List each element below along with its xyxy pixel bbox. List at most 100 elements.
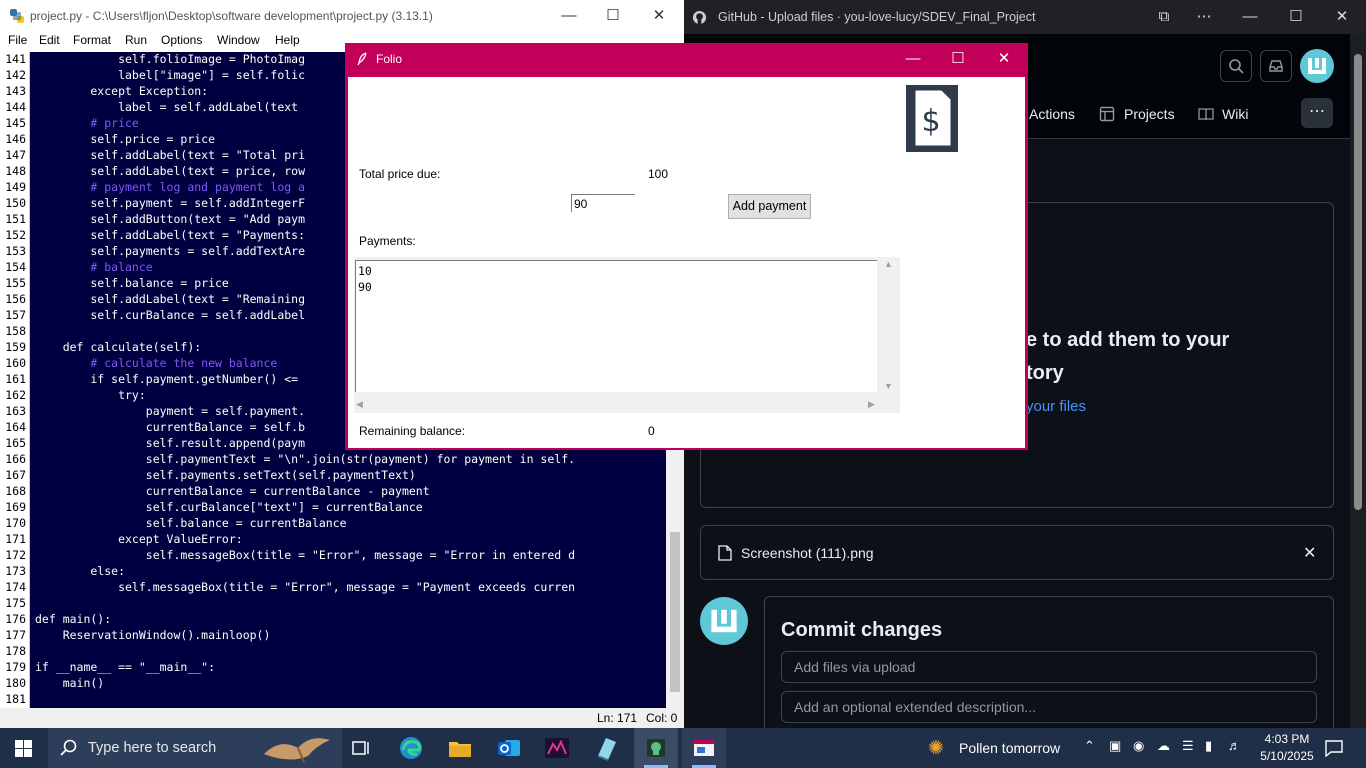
code-line[interactable]: payment = self.payment. [35,403,305,419]
minimize-button[interactable]: — [890,47,936,71]
edge-browser-icon[interactable] [397,734,425,762]
remove-file-icon[interactable]: ✕ [1303,543,1316,563]
code-line[interactable]: self.payments = self.addTextAre [35,243,305,259]
scroll-left-icon[interactable]: ◀ [356,399,363,410]
add-payment-button[interactable]: Add payment [728,194,811,219]
notification-icon[interactable] [1325,739,1343,757]
scrollbar-thumb[interactable] [670,532,680,692]
code-line[interactable]: if self.payment.getNumber() <= [35,371,298,387]
scroll-down-icon[interactable]: ▼ [884,381,893,391]
maximize-button[interactable]: ☐ [935,47,981,71]
folio-titlebar[interactable]: Folio — ☐ ✕ [346,44,1027,74]
maximize-button[interactable]: ☐ [590,4,636,28]
taskbar-search[interactable]: Type here to search [48,728,342,768]
windows-start-icon[interactable] [15,740,32,757]
code-line[interactable]: self.addLabel(text = price, row [35,163,305,179]
nav-projects[interactable]: Projects [1124,106,1175,122]
code-line[interactable]: self.paymentText = "\n".join(str(payment… [35,451,575,467]
folio-taskbar-button[interactable] [682,728,726,768]
menu-edit[interactable]: Edit [39,33,60,47]
clock-time[interactable]: 4:03 PM [1257,732,1317,746]
code-line[interactable]: # payment log and payment log a [35,179,305,195]
page-scrollbar[interactable] [1350,34,1366,728]
app-icon-dark[interactable] [543,734,571,762]
code-line[interactable]: self.balance = currentBalance [35,515,347,531]
show-hidden-icons-icon[interactable]: ⌃ [1084,738,1095,754]
nav-wiki[interactable]: Wiki [1222,106,1248,122]
battery-icon[interactable]: ▮ [1205,738,1212,754]
code-line[interactable]: # calculate the new balance [35,355,277,371]
meet-icon[interactable]: ▣ [1109,738,1121,754]
code-line[interactable]: label["image"] = self.folic [35,67,305,83]
inbox-button[interactable] [1260,50,1292,82]
scroll-right-icon[interactable]: ▶ [868,399,875,410]
menu-format[interactable]: Format [73,33,111,47]
onedrive-icon[interactable]: ☁ [1157,738,1170,754]
menu-run[interactable]: Run [125,33,147,47]
menu-window[interactable]: Window [217,33,260,47]
code-line[interactable]: ReservationWindow().mainloop() [35,627,271,643]
menu-file[interactable]: File [8,33,27,47]
code-line[interactable]: if __name__ == "__main__": [35,659,215,675]
browser-titlebar[interactable]: GitHub - Upload files · you-love-lucy/SD… [684,0,1366,34]
idle-titlebar[interactable]: project.py - C:\Users\fljon\Desktop\soft… [0,0,684,32]
code-line[interactable]: self.addLabel(text = "Payments: [35,227,305,243]
scrollbar-thumb[interactable] [1354,54,1362,510]
code-line[interactable]: main() [35,675,105,691]
code-line[interactable]: # balance [35,259,152,275]
minimize-button[interactable]: — [1230,5,1270,29]
file-explorer-icon[interactable] [446,734,474,762]
commit-message-input[interactable]: Add files via upload [781,651,1317,683]
code-line[interactable]: self.payment = self.addIntegerF [35,195,305,211]
code-line[interactable]: self.addLabel(text = "Total pri [35,147,305,163]
close-button[interactable]: ✕ [636,4,682,28]
close-button[interactable]: ✕ [1322,5,1362,29]
code-line[interactable]: self.messageBox(title = "Error", message… [35,579,575,595]
payment-input[interactable]: 90 [571,194,635,212]
maximize-button[interactable]: ☐ [1276,5,1316,29]
code-line[interactable]: try: [35,387,146,403]
more-options-icon[interactable]: ⋯ [1184,5,1224,29]
code-line[interactable]: else: [35,563,125,579]
scroll-up-icon[interactable]: ▲ [884,259,893,269]
task-view-icon[interactable] [347,734,375,762]
code-line[interactable]: self.addButton(text = "Add paym [35,211,305,227]
webcam-icon[interactable]: ◉ [1133,738,1144,754]
close-button[interactable]: ✕ [981,47,1027,71]
code-line[interactable]: self.messageBox(title = "Error", message… [35,547,575,563]
minimize-button[interactable]: — [546,4,592,28]
code-line[interactable]: self.payments.setText(self.paymentText) [35,467,416,483]
code-line[interactable]: self.curBalance["text"] = currentBalance [35,499,423,515]
code-line[interactable]: # price [35,115,138,131]
more-nav-button[interactable]: ⋯ [1301,98,1333,128]
code-line[interactable]: self.addLabel(text = "Remaining [35,291,305,307]
code-line[interactable]: currentBalance = self.b [35,419,305,435]
code-line[interactable]: self.curBalance = self.addLabel [35,307,305,323]
choose-files-link[interactable]: your files [1026,398,1086,415]
code-line[interactable]: self.folioImage = PhotoImag [35,51,305,67]
code-line[interactable]: except Exception: [35,83,208,99]
code-line[interactable]: self.price = price [35,131,215,147]
weather-text[interactable]: Pollen tomorrow [959,740,1060,756]
notepad-icon[interactable] [592,734,620,762]
commit-description-input[interactable]: Add an optional extended description... [781,691,1317,723]
volume-icon[interactable]: ♬ [1228,738,1241,753]
split-view-icon[interactable]: ⧉ [1144,5,1184,29]
code-line[interactable]: def calculate(self): [35,339,201,355]
code-line[interactable]: def main(): [35,611,111,627]
payments-textarea[interactable]: 10 90 [355,260,877,392]
code-line[interactable]: currentBalance = currentBalance - paymen… [35,483,430,499]
nav-actions[interactable]: Actions [1029,106,1075,122]
user-avatar[interactable] [1300,49,1334,83]
code-line[interactable]: label = self.addLabel(text [35,99,298,115]
code-line[interactable]: self.result.append(paym [35,435,305,451]
wifi-icon[interactable]: ☰ [1182,738,1194,754]
search-button[interactable] [1220,50,1252,82]
code-line[interactable]: self.balance = price [35,275,229,291]
outlook-icon[interactable] [495,734,523,762]
menu-help[interactable]: Help [275,33,300,47]
menu-options[interactable]: Options [161,33,202,47]
idle-taskbar-button[interactable] [634,728,678,768]
code-line[interactable]: except ValueError: [35,531,243,547]
clock-date[interactable]: 5/10/2025 [1257,749,1317,763]
